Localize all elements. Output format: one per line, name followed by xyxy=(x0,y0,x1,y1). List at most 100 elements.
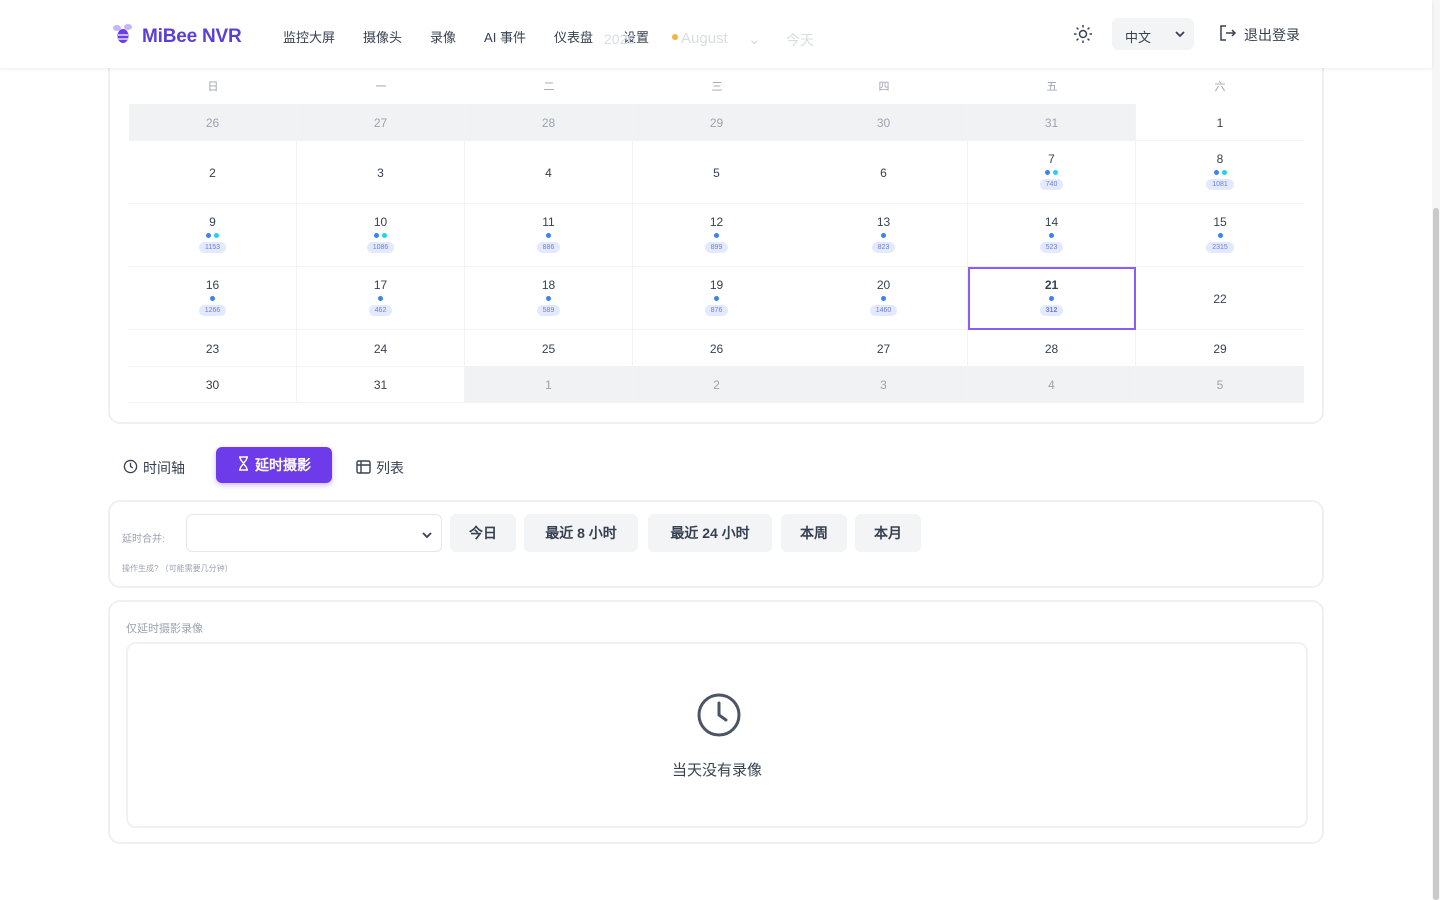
calendar-day[interactable]: 1 xyxy=(465,367,633,403)
calendar-day[interactable]: 2 xyxy=(129,141,297,204)
calendar-day-number: 26 xyxy=(709,341,724,356)
ghost-month: August xyxy=(681,30,728,47)
calendar-day-number: 24 xyxy=(373,341,388,356)
calendar-day[interactable]: 27 xyxy=(297,104,465,141)
calendar-day-number: 6 xyxy=(880,165,887,180)
nav-item-ai-events[interactable]: AI 事件 xyxy=(484,27,526,46)
calendar-day[interactable]: 6 xyxy=(800,141,968,204)
calendar-day-today[interactable]: 21 312 xyxy=(968,267,1136,330)
calendar-day[interactable]: 30 xyxy=(800,104,968,141)
calendar-day[interactable]: 4 xyxy=(465,141,633,204)
weekday-header: 四 xyxy=(878,81,890,93)
calendar-day[interactable]: 20 1460 xyxy=(800,267,968,330)
calendar-day[interactable]: 24 xyxy=(297,330,465,367)
calendar-day[interactable]: 17 462 xyxy=(297,267,465,330)
calendar-day[interactable]: 29 xyxy=(1136,330,1304,367)
calendar-day-number: 3 xyxy=(377,165,384,180)
calendar-day[interactable]: 14 523 xyxy=(968,204,1136,267)
app-title: MiBee NVR xyxy=(142,25,242,47)
calendar-day[interactable]: 13 823 xyxy=(800,204,968,267)
quick-last-24h-button[interactable]: 最近 24 小时 xyxy=(648,514,772,552)
calendar-day[interactable]: 23 xyxy=(129,330,297,367)
calendar-day-number: 29 xyxy=(1213,341,1227,356)
calendar-day[interactable]: 31 xyxy=(297,367,465,403)
calendar-day[interactable]: 1 xyxy=(1136,104,1304,141)
calendar-day[interactable]: 27 xyxy=(800,330,968,367)
calendar-day-number: 31 xyxy=(1044,115,1059,130)
quick-this-week-button[interactable]: 本周 xyxy=(781,514,847,552)
quick-this-month-button[interactable]: 本月 xyxy=(855,514,921,552)
calendar-day-number: 3 xyxy=(880,378,887,392)
logout-button[interactable]: 退出登录 xyxy=(1218,24,1300,45)
quick-last-8h-button[interactable]: 最近 8 小时 xyxy=(524,514,638,552)
calendar-day[interactable]: 3 xyxy=(800,367,968,403)
clock-icon xyxy=(696,692,742,743)
recording-dots xyxy=(633,296,800,301)
calendar-day[interactable]: 3 xyxy=(297,141,465,204)
nav-item-dashboard[interactable]: 仪表盘 xyxy=(554,27,593,46)
brand[interactable]: MiBee NVR xyxy=(112,22,242,51)
bee-logo-icon xyxy=(112,22,134,51)
calendar-day-number: 27 xyxy=(373,115,388,130)
calendar-day[interactable]: 28 xyxy=(968,330,1136,367)
recording-dots xyxy=(129,296,296,301)
tab-list-label: 列表 xyxy=(376,460,404,476)
recording-dot-teal xyxy=(382,233,387,238)
ghost-chevron-down-icon: ⌄ xyxy=(748,31,761,48)
calendar-day[interactable]: 15 2315 xyxy=(1136,204,1304,267)
calendar-day[interactable]: 10 1086 xyxy=(297,204,465,267)
calendar-day[interactable]: 7 740 xyxy=(968,141,1136,204)
recording-count-badge: 1086 xyxy=(366,242,395,253)
calendar-day[interactable]: 16 1266 xyxy=(129,267,297,330)
calendar-day-number: 16 xyxy=(205,278,220,292)
recording-dot-blue xyxy=(210,296,215,301)
theme-toggle-sun-icon[interactable] xyxy=(1073,24,1093,49)
tab-timelapse[interactable]: 延时摄影 xyxy=(216,447,332,483)
calendar-day[interactable]: 25 xyxy=(465,330,633,367)
recording-count-badge: 1266 xyxy=(198,305,227,316)
calendar-day[interactable]: 9 1153 xyxy=(129,204,297,267)
calendar-day[interactable]: 31 xyxy=(968,104,1136,141)
nav-item-recordings[interactable]: 录像 xyxy=(430,27,456,46)
calendar-day[interactable]: 5 xyxy=(633,141,801,204)
recording-dot-blue xyxy=(881,296,886,301)
calendar-day[interactable]: 28 xyxy=(465,104,633,141)
quick-today-button[interactable]: 今日 xyxy=(450,514,516,552)
language-value: 中文 xyxy=(1125,30,1152,45)
calendar-day-number: 28 xyxy=(541,115,556,130)
calendar-day[interactable]: 29 xyxy=(633,104,801,141)
recording-dot-teal xyxy=(1053,170,1058,175)
recording-count-badge: 462 xyxy=(368,305,393,316)
calendar-day[interactable]: 22 xyxy=(1136,267,1304,330)
calendar-day[interactable]: 19 876 xyxy=(633,267,801,330)
calendar-day[interactable]: 26 xyxy=(129,104,297,141)
tab-timeline[interactable]: 时间轴 xyxy=(123,458,185,478)
merge-select[interactable] xyxy=(186,514,442,552)
calendar-day[interactable]: 4 xyxy=(968,367,1136,403)
recordings-empty-panel: 当天没有录像 xyxy=(126,642,1308,828)
calendar-day[interactable]: 5 xyxy=(1136,367,1304,403)
calendar-day-number: 1 xyxy=(1216,115,1224,130)
calendar-day[interactable]: 11 886 xyxy=(465,204,633,267)
calendar-day-number: 14 xyxy=(1044,215,1059,229)
calendar-day[interactable]: 2 xyxy=(633,367,801,403)
calendar-day[interactable]: 30 xyxy=(129,367,297,403)
recording-count-badge: 876 xyxy=(704,305,729,316)
recording-count-badge: 886 xyxy=(536,242,561,253)
tab-timelapse-label: 延时摄影 xyxy=(255,457,311,473)
recording-count-badge: 1460 xyxy=(869,305,898,316)
tab-list[interactable]: 列表 xyxy=(356,458,404,478)
nav-item-monitor-wall[interactable]: 监控大屏 xyxy=(283,27,335,46)
calendar-day[interactable]: 8 1081 xyxy=(1136,141,1304,204)
calendar-day[interactable]: 12 899 xyxy=(633,204,801,267)
recording-dot-teal xyxy=(214,233,219,238)
language-select[interactable]: 中文 xyxy=(1112,18,1194,50)
recording-dot-blue xyxy=(1049,296,1054,301)
recording-dot-teal xyxy=(1221,170,1227,175)
nav-item-cameras[interactable]: 摄像头 xyxy=(363,27,402,46)
recording-dot-blue xyxy=(374,233,379,238)
calendar-day[interactable]: 18 589 xyxy=(465,267,633,330)
calendar-day[interactable]: 26 xyxy=(633,330,801,367)
recording-dots xyxy=(633,233,800,238)
page-scrollbar-thumb[interactable] xyxy=(1433,208,1439,900)
